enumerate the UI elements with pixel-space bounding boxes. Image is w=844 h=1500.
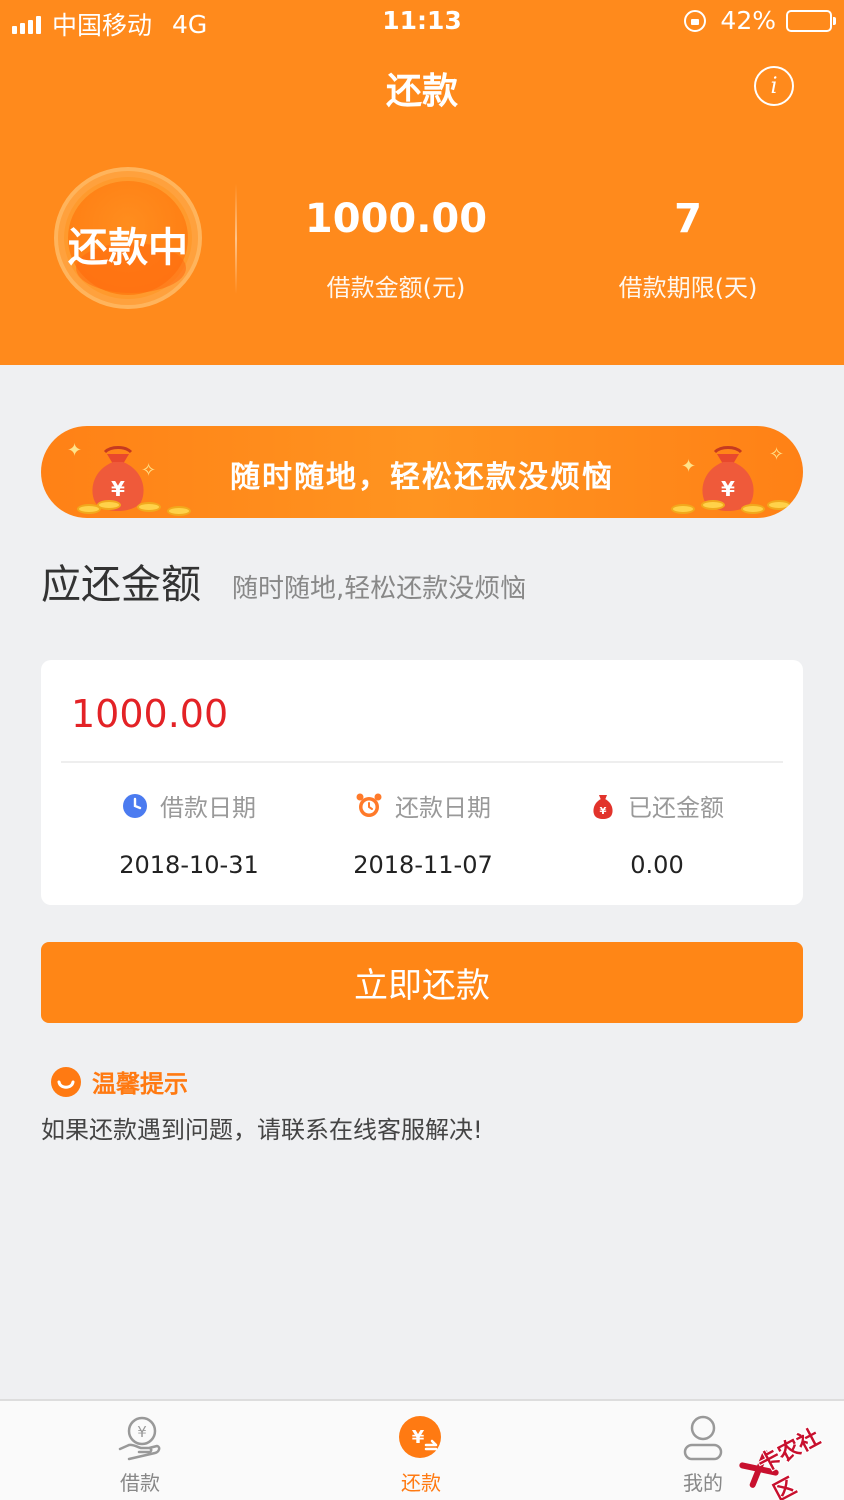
clock-icon xyxy=(123,793,147,818)
money-bag-icon: ¥ xyxy=(593,794,613,819)
borrow-icon: ¥ xyxy=(118,1416,161,1461)
loan-date-header: 借款日期 xyxy=(79,788,299,823)
tips-body: 如果还款遇到问题，请联系在线客服解决! xyxy=(41,1116,483,1144)
tab-borrow-icon-wrap: ¥ xyxy=(80,1413,200,1463)
due-amount-subtitle: 随时随地,轻松还款没烦恼 xyxy=(232,574,527,604)
loan-term-label: 借款期限(天) xyxy=(618,274,758,302)
status-badge-label: 还款中 xyxy=(68,225,188,271)
repayment-card: 1000.00 借款日期 2018-10-31 还款日期 2018-11-07 xyxy=(41,660,803,905)
due-amount-title: 应还金额 xyxy=(41,562,201,608)
header-divider xyxy=(235,184,237,294)
paid-amount-value: 0.00 xyxy=(630,851,684,879)
watermark-logo: 卡农社区 xyxy=(739,1412,842,1500)
svg-text:¥: ¥ xyxy=(137,1423,147,1441)
loan-date-label: 借款日期 xyxy=(160,794,256,822)
page-title: 还款 xyxy=(385,71,458,112)
tab-bar: ¥ 借款 ¥ 还款 我的 xyxy=(0,1399,844,1500)
coins-icon xyxy=(77,498,197,516)
battery-percent: 42% xyxy=(720,6,776,35)
rotation-lock-icon xyxy=(684,9,707,32)
repay-date-header: 还款日期 xyxy=(313,788,533,823)
user-icon xyxy=(683,1415,723,1461)
tips-title: 温馨提示 xyxy=(92,1070,188,1098)
loan-date-value: 2018-10-31 xyxy=(119,851,259,879)
due-amount-value: 1000.00 xyxy=(71,692,229,736)
battery-icon xyxy=(786,9,836,32)
tab-repay-icon-wrap: ¥ xyxy=(361,1413,481,1463)
loan-amount-stat: 1000.00 借款金额(元) xyxy=(296,196,496,303)
loan-term-value: 7 xyxy=(674,196,702,242)
repay-icon: ¥ xyxy=(399,1416,441,1458)
paid-amount-label: 已还金额 xyxy=(628,794,724,822)
repay-now-button[interactable]: 立即还款 xyxy=(41,942,803,1023)
svg-text:¥: ¥ xyxy=(600,806,607,817)
alarm-clock-icon xyxy=(356,793,382,817)
loan-amount-value: 1000.00 xyxy=(304,196,488,242)
tips-header: 温馨提示 xyxy=(50,1064,188,1099)
status-right: 42% xyxy=(684,6,836,35)
card-divider xyxy=(61,761,783,763)
repay-date-value: 2018-11-07 xyxy=(353,851,493,879)
tab-borrow-label: 借款 xyxy=(120,1471,160,1495)
tab-repay-label: 还款 xyxy=(401,1471,441,1495)
sparkle-icon: ✧ xyxy=(769,444,785,465)
smile-icon xyxy=(51,1066,81,1097)
loan-amount-label: 借款金额(元) xyxy=(326,274,466,302)
tab-borrow[interactable]: ¥ 借款 xyxy=(80,1413,200,1496)
paid-amount-column: ¥ 已还金额 0.00 xyxy=(547,788,767,879)
loan-status-badge: 还款中 xyxy=(54,167,202,309)
coins-icon xyxy=(671,498,791,516)
info-icon[interactable]: i xyxy=(754,66,794,106)
loan-term-stat: 7 借款期限(天) xyxy=(588,196,788,303)
promo-banner[interactable]: ✦ ✧ ¥ 随时随地，轻松还款没烦恼 ✦ ✧ ¥ xyxy=(41,426,803,518)
status-bar: 中国移动 4G 11:13 42% xyxy=(0,0,844,42)
repay-date-label: 还款日期 xyxy=(395,794,491,822)
loan-date-column: 借款日期 2018-10-31 xyxy=(79,788,299,879)
tab-repay[interactable]: ¥ 还款 xyxy=(361,1413,481,1496)
paid-amount-header: ¥ 已还金额 xyxy=(547,788,767,823)
repay-date-column: 还款日期 2018-11-07 xyxy=(313,788,533,879)
header: 中国移动 4G 11:13 42% 还款 i 还款中 1000.00 借款金额(… xyxy=(0,0,844,365)
svg-text:¥: ¥ xyxy=(412,1427,425,1448)
